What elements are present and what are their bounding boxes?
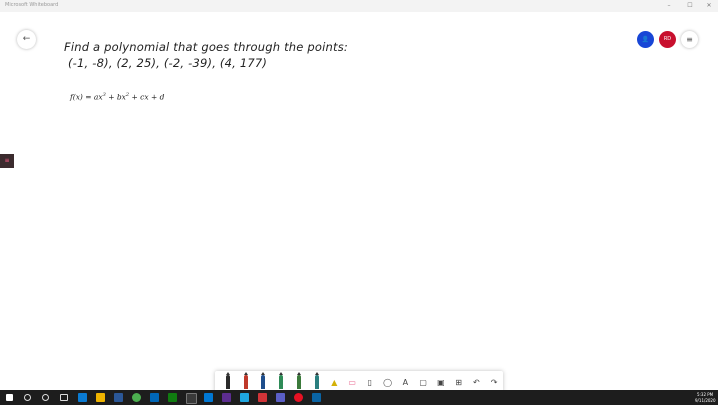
ruler-icon: ▯ [367,377,373,387]
formula-rest: + cx + d [129,92,165,102]
pen-icon [225,372,230,389]
app-title: Microsoft Whiteboard [5,2,59,8]
pen-red-tool[interactable] [237,372,255,392]
formula-lhs: f(x) = ax [70,92,103,102]
taskbar: 5:32 PM 9/11/2020 [0,390,718,405]
pen-icon [243,372,248,389]
pen-icon [279,372,284,389]
cortana-icon[interactable] [42,394,49,401]
app-icon-1[interactable] [150,393,159,402]
task-view-icon[interactable] [60,394,68,401]
file-explorer-icon[interactable] [96,393,105,402]
close-button[interactable]: ✕ [702,1,716,11]
maximize-button[interactable]: ☐ [683,1,697,11]
eraser-icon: ▭ [348,377,356,387]
title-bar: Microsoft Whiteboard – ☐ ✕ [0,0,718,12]
image-tool[interactable]: ▣ [432,372,450,392]
insert-icon: ⊞ [455,377,462,387]
user-avatar-button[interactable]: 👤 [637,31,654,48]
formula-mid: + bx [105,92,126,102]
clock-date[interactable]: 9/11/2020 [695,398,716,403]
windows-start-icon[interactable] [6,394,13,401]
text-icon: A [402,377,409,387]
highlighter-icon: ▲ [331,377,338,387]
back-arrow-icon: ← [22,34,31,44]
clock-time[interactable]: 5:32 PM [697,392,713,397]
image-icon: ▣ [437,377,445,387]
undo-button[interactable]: ↶ [468,372,486,392]
pen-green-tool[interactable] [272,372,290,392]
onenote-icon[interactable] [222,393,231,402]
undo-icon: ↶ [473,377,480,387]
settings-menu-button[interactable]: ≡ [681,31,698,48]
lasso-tool[interactable]: ◯ [379,372,397,392]
back-button[interactable]: ← [17,30,36,49]
person-icon: 👤 [641,36,650,43]
search-icon[interactable] [24,394,31,401]
app-icon-2[interactable] [168,393,177,402]
points-list: (-1, -8), (2, 25), (-2, -39), (4, 177) [68,56,268,70]
hamburger-icon: ≡ [686,35,693,44]
pen-icon [261,372,266,389]
eraser-tool[interactable]: ▭ [343,372,361,392]
chrome-icon[interactable] [132,393,141,402]
word-icon[interactable] [114,393,123,402]
edge-icon[interactable] [78,393,87,402]
pen-icon [296,372,301,389]
app-icon-6[interactable] [312,393,321,402]
app-icon-3[interactable] [186,393,197,404]
note-icon: ▢ [419,377,427,387]
ruler-tool[interactable]: ▯ [361,372,379,392]
pen-icon [314,372,319,389]
polynomial-formula: f(x) = ax3 + bx2 + cx + d [70,92,164,102]
pen-darkgreen-tool[interactable] [290,372,308,392]
text-tool[interactable]: A [397,372,415,392]
whiteboard-taskbar-icon[interactable] [240,393,249,402]
pen-blue-tool[interactable] [255,372,273,392]
app-icon-5[interactable] [294,393,303,402]
redo-icon: ↷ [490,377,498,387]
highlighter-tool[interactable]: ▲ [326,372,344,392]
insert-tool[interactable]: ⊞ [450,372,468,392]
rd-avatar[interactable]: RD [659,31,676,48]
note-tool[interactable]: ▢ [414,372,432,392]
pen-black-tool[interactable] [219,372,237,392]
panel-icon: ≡ [4,157,10,164]
redo-button[interactable]: ↷ [485,372,503,392]
pen-teal-tool[interactable] [308,372,326,392]
lasso-icon: ◯ [383,377,393,387]
problem-statement: Find a polynomial that goes through the … [64,40,348,54]
minimize-button[interactable]: – [662,1,676,11]
side-panel-tab[interactable]: ≡ [0,154,14,168]
powerpoint-icon[interactable] [258,393,267,402]
teams-icon[interactable] [276,393,285,402]
app-icon-4[interactable] [204,393,213,402]
